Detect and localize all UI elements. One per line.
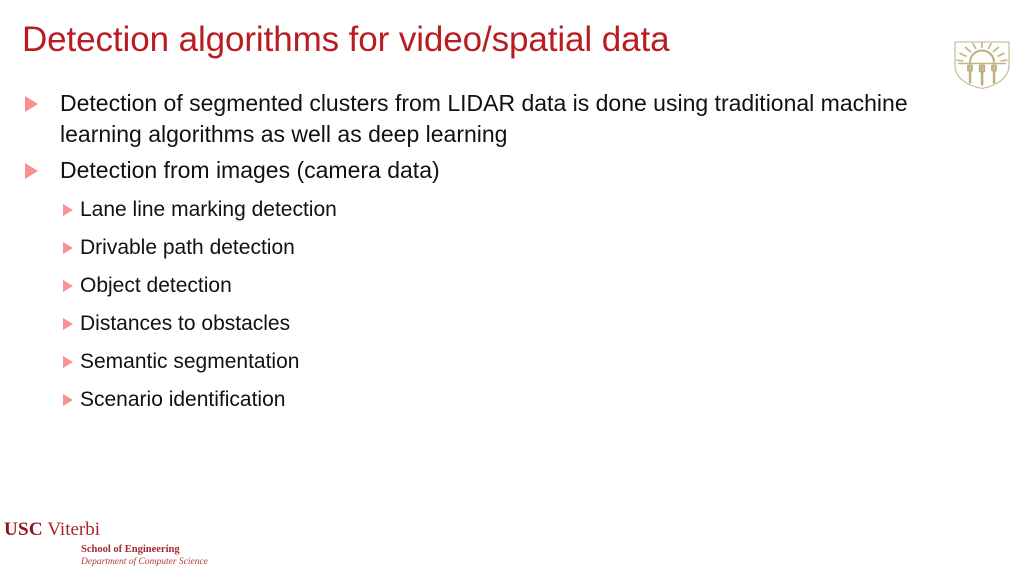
triangle-bullet-icon [63,318,73,330]
bullet-item-level2: Distances to obstacles [0,305,1024,342]
page-title: Detection algorithms for video/spatial d… [22,20,670,59]
usc-shield-crest-icon [952,38,1012,90]
bullet-item-level2: Drivable path detection [0,229,1024,266]
triangle-bullet-icon [25,163,38,179]
triangle-bullet-icon [63,280,73,292]
bullet-text: Scenario identification [80,388,286,411]
bullet-item-level2: Object detection [0,267,1024,304]
bullet-text: Drivable path detection [80,236,295,259]
bullet-text: Detection of segmented clusters from LID… [60,90,908,147]
bullet-text: Object detection [80,274,232,297]
bullet-text: Lane line marking detection [80,198,337,221]
footer-school: School of Engineering [81,544,180,555]
bullet-text: Detection from images (camera data) [60,157,440,183]
usc-viterbi-footer-logo: USC Viterbi School of Engineering Depart… [4,519,324,568]
bullet-item-level2: Lane line marking detection [0,191,1024,228]
bullet-text: Semantic segmentation [80,350,300,373]
bullet-item-level1: Detection of segmented clusters from LID… [0,88,1024,150]
bullet-text: Distances to obstacles [80,312,291,335]
footer-brand-usc: USC [4,519,43,540]
sub-bullet-list: Lane line marking detection Drivable pat… [0,191,1024,418]
bullet-item-level2: Scenario identification [0,381,1024,418]
presentation-slide: Detection algorithms for video/spatial d… [0,0,1024,576]
triangle-bullet-icon [25,96,38,112]
triangle-bullet-icon [63,356,73,368]
triangle-bullet-icon [63,204,73,216]
footer-brand-viterbi: Viterbi [47,519,101,540]
bullet-item-level1: Detection from images (camera data) [0,155,1024,186]
footer-department: Department of Computer Science [81,557,208,567]
bullet-item-level2: Semantic segmentation [0,343,1024,380]
footer-brand: USC Viterbi [4,519,324,541]
triangle-bullet-icon [63,394,73,406]
triangle-bullet-icon [63,242,73,254]
bullet-list: Detection of segmented clusters from LID… [0,88,1024,419]
